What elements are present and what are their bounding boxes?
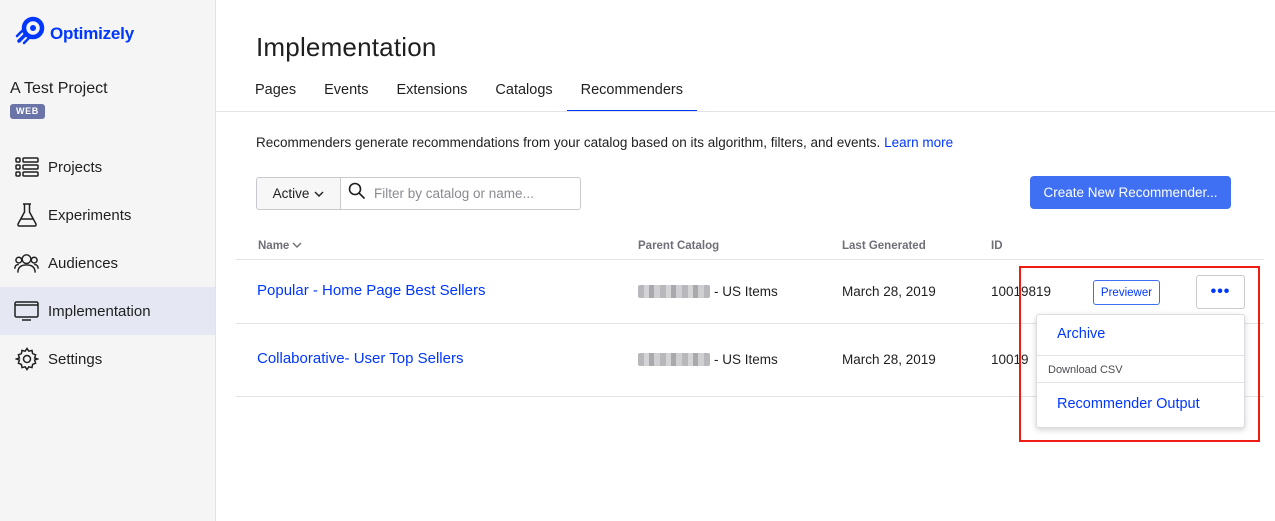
more-options-menu: Archive Download CSV Recommender Output [1036,314,1245,428]
chevron-down-icon [314,186,324,201]
tab-events[interactable]: Events [310,72,382,112]
create-recommender-button[interactable]: Create New Recommender... [1030,176,1231,209]
sort-chevron-icon [292,240,302,252]
previewer-button[interactable]: Previewer [1093,280,1160,305]
catalog-suffix: - US Items [714,284,778,299]
sidebar: Optimizely A Test Project WEB Projects E… [0,0,216,521]
sidebar-item-label: Settings [48,350,103,368]
more-options-button[interactable]: ••• [1196,275,1245,309]
people-icon [14,251,39,276]
project-name[interactable]: A Test Project [10,80,108,98]
archive-menu-item[interactable]: Archive [1057,326,1105,342]
last-generated-cell: March 28, 2019 [842,284,936,299]
brand-name: Optimizely [50,23,134,43]
filter-bar: Active [256,177,581,210]
sidebar-item-label: Audiences [48,254,119,272]
gear-icon [14,347,39,372]
platform-badge: WEB [10,104,45,119]
column-header-parent-catalog: Parent Catalog [638,240,720,252]
tab-bar: Pages Events Extensions Catalogs Recomme… [241,72,697,112]
sidebar-item-audiences[interactable]: Audiences [0,239,215,287]
sidebar-item-projects[interactable]: Projects [0,143,215,191]
column-header-label: Name [258,240,290,252]
flask-icon [14,203,39,228]
recommender-name-link[interactable]: Collaborative- User Top Sellers [257,350,463,367]
column-header-id: ID [991,240,1003,252]
list-icon [14,155,39,180]
menu-divider [1037,355,1244,356]
column-header-last-generated: Last Generated [842,240,926,252]
tab-divider [216,111,1275,112]
id-cell: 10019819 [991,284,1052,299]
status-filter-dropdown[interactable]: Active [256,177,341,210]
app-window: Optimizely A Test Project WEB Projects E… [0,0,1275,521]
tab-catalogs[interactable]: Catalogs [481,72,566,112]
table-header-divider [236,259,1264,260]
search-icon [348,182,366,205]
sidebar-nav: Projects Experiments Audiences Implement… [0,143,215,383]
redacted-catalog-name [638,285,710,298]
sidebar-item-label: Experiments [48,206,132,224]
sidebar-item-experiments[interactable]: Experiments [0,191,215,239]
id-cell: 10019 [991,352,1029,367]
monitor-icon [14,299,39,324]
recommender-name-link[interactable]: Popular - Home Page Best Sellers [257,282,485,299]
search-box [341,177,581,210]
learn-more-link[interactable]: Learn more [884,135,953,150]
sidebar-item-implementation[interactable]: Implementation [0,287,215,335]
optimizely-logo-icon [15,16,45,51]
page-title: Implementation [256,32,437,62]
search-input[interactable] [374,186,574,201]
sidebar-item-label: Implementation [48,302,151,320]
column-header-name[interactable]: Name [258,240,302,252]
parent-catalog-cell: - US Items [638,284,778,299]
tab-pages[interactable]: Pages [241,72,310,112]
catalog-suffix: - US Items [714,352,778,367]
brand-logo[interactable]: Optimizely [15,16,134,51]
recommender-output-menu-item[interactable]: Recommender Output [1057,396,1200,412]
last-generated-cell: March 28, 2019 [842,352,936,367]
tab-recommenders[interactable]: Recommenders [566,72,697,112]
status-filter-value: Active [272,186,310,201]
sidebar-item-settings[interactable]: Settings [0,335,215,383]
download-csv-label: Download CSV [1048,364,1123,376]
intro-description: Recommenders generate recommendations fr… [256,135,881,150]
menu-divider [1037,382,1244,383]
intro-text: Recommenders generate recommendations fr… [256,135,953,150]
parent-catalog-cell: - US Items [638,352,778,367]
tab-extensions[interactable]: Extensions [382,72,481,112]
redacted-catalog-name [638,353,710,366]
sidebar-item-label: Projects [48,158,103,176]
